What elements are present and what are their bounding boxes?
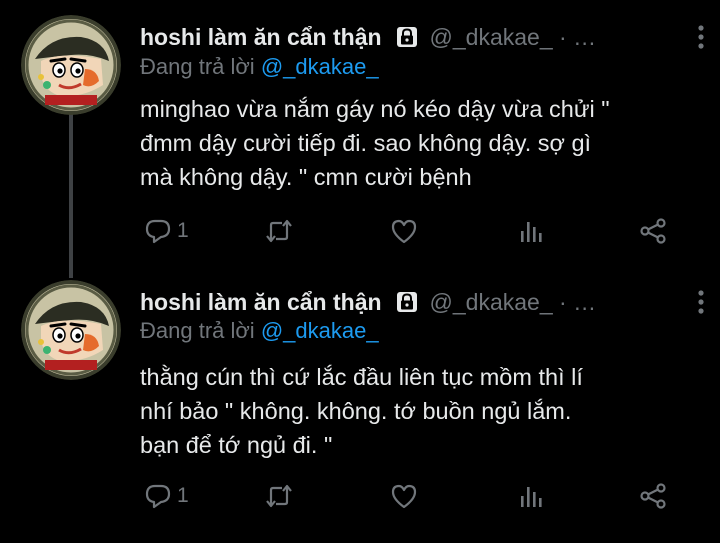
replying-to-prefix: Đang trả lời — [140, 54, 255, 79]
tweet-text: minghao vừa nắm gáy nó kéo dậy vừa chửi … — [140, 92, 700, 194]
reply-bubble-icon — [145, 219, 171, 244]
lock-icon — [394, 289, 420, 315]
retweet-button[interactable] — [264, 479, 294, 513]
bar-chart-icon — [521, 222, 542, 242]
like-button[interactable] — [389, 479, 419, 513]
display-name[interactable]: hoshi làm ăn cẩn thận — [140, 24, 382, 51]
share-button[interactable] — [638, 479, 668, 513]
bar-chart-icon — [521, 487, 542, 507]
replying-to-prefix: Đang trả lời — [140, 318, 255, 343]
heart-icon — [391, 219, 417, 244]
avatar[interactable] — [21, 15, 121, 115]
views-button[interactable] — [516, 479, 546, 513]
tweet-header: hoshi làm ăn cẩn thận @_dkakae_ · … — [140, 285, 704, 319]
heart-icon — [391, 484, 417, 509]
tweet[interactable]: hoshi làm ăn cẩn thận @_dkakae_ · … Đang… — [0, 0, 720, 270]
replying-to-handle[interactable]: @_dkakae_ — [261, 318, 379, 343]
reply-count: 1 — [177, 484, 189, 507]
avatar[interactable] — [21, 280, 121, 380]
tweet-actions: 1 — [140, 479, 680, 513]
retweet-button[interactable] — [264, 214, 294, 248]
tweet-text-line: mà không dậy. " cmn cười bệnh — [140, 164, 472, 190]
more-vertical-icon[interactable] — [696, 24, 706, 50]
tweet[interactable]: hoshi làm ăn cẩn thận @_dkakae_ · … Đang… — [0, 270, 720, 543]
tweet-text-line: đmm dậy cười tiếp đi. sao không dậy. sợ … — [140, 130, 592, 156]
tweet-text-line: minghao vừa nắm gáy nó kéo dậy vừa chửi … — [140, 96, 610, 122]
replying-to-line: Đang trả lời @_dkakae_ — [140, 318, 379, 344]
tweet-text-line: thằng cún thì cứ lắc đầu liên tục mồm th… — [140, 364, 583, 390]
share-icon — [640, 218, 666, 244]
share-icon — [640, 483, 666, 509]
tweet-text-line: nhí bảo " không. không. tớ buồn ngủ lắm. — [140, 398, 572, 424]
tweet-text-line: bạn để tớ ngủ đi. " — [140, 432, 333, 458]
replying-to-handle[interactable]: @_dkakae_ — [261, 54, 379, 79]
reply-button[interactable]: 1 — [143, 479, 189, 513]
tweet-text: thằng cún thì cứ lắc đầu liên tục mồm th… — [140, 360, 700, 462]
reply-button[interactable]: 1 — [143, 214, 189, 248]
display-name[interactable]: hoshi làm ăn cẩn thận — [140, 289, 382, 316]
tweet-header: hoshi làm ăn cẩn thận @_dkakae_ · … — [140, 20, 704, 54]
reply-bubble-icon — [145, 484, 171, 509]
reply-count: 1 — [177, 219, 189, 242]
more-vertical-icon[interactable] — [696, 289, 706, 315]
views-button[interactable] — [516, 214, 546, 248]
retweet-icon — [266, 484, 292, 508]
lock-icon — [394, 24, 420, 50]
share-button[interactable] — [638, 214, 668, 248]
user-handle[interactable]: @_dkakae_ · … — [430, 289, 597, 316]
retweet-icon — [266, 219, 292, 243]
user-handle[interactable]: @_dkakae_ · … — [430, 24, 597, 51]
replying-to-line: Đang trả lời @_dkakae_ — [140, 54, 379, 80]
tweet-actions: 1 — [140, 214, 680, 248]
like-button[interactable] — [389, 214, 419, 248]
